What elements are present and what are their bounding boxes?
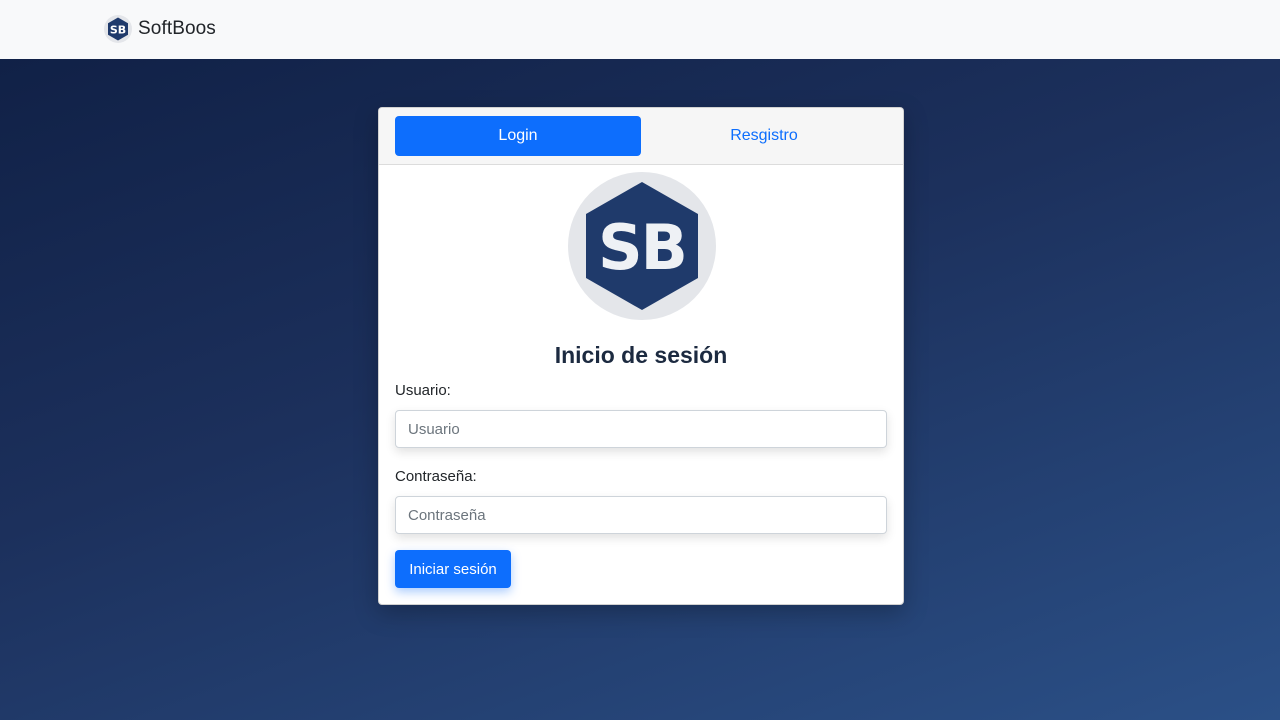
brand-logo-icon: SB [104,15,132,43]
sb-logo-icon: SB [568,172,716,320]
card-header-tabs: Login Resgistro [379,108,903,165]
tab-register[interactable]: Resgistro [641,116,887,156]
password-input[interactable] [395,496,887,534]
username-input[interactable] [395,410,887,448]
password-label: Contraseña: [395,468,477,485]
brand-logo-text: SB [110,24,126,37]
login-submit-button[interactable]: Iniciar sesión [395,550,511,588]
login-card: Login Resgistro SB Inicio de sesión Usua… [378,107,904,605]
page-title: Inicio de sesión [554,342,728,368]
tab-login[interactable]: Login [395,116,641,156]
card-logo-text: SB [598,211,686,284]
navbar: SB SoftBoos [0,0,1280,59]
username-label: Usuario: [395,382,451,399]
brand-name: SoftBoos [138,18,216,39]
brand-link[interactable]: SB SoftBoos [104,15,216,43]
